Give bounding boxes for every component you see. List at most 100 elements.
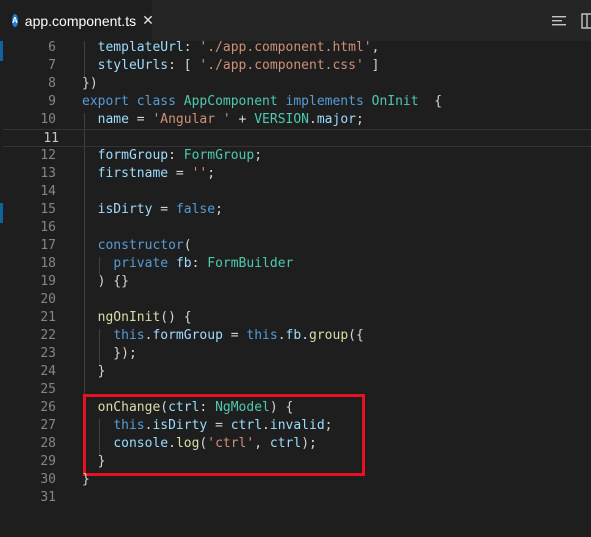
code-line[interactable]: 28 console.log('ctrl', ctrl); (0, 435, 591, 453)
code-token: ; (355, 112, 364, 127)
code-line[interactable]: 18 private fb: FormBuilder (0, 255, 591, 273)
code-text: ) {} (82, 273, 129, 291)
line-number: 21 (40, 310, 56, 325)
code-token: OnInit (371, 94, 419, 109)
code-line[interactable]: 17 constructor( (0, 237, 591, 255)
code-editor[interactable]: 6 templateUrl: './app.component.html', 7 … (0, 41, 591, 537)
code-token: ; (254, 148, 263, 163)
code-token: : (168, 148, 184, 163)
code-line[interactable]: 20 (0, 291, 591, 309)
code-token: }) (82, 76, 98, 91)
line-number: 11 (43, 131, 59, 146)
line-number: 7 (48, 58, 56, 73)
code-text: } (82, 453, 106, 471)
code-line[interactable]: 30} (0, 471, 591, 489)
line-number: 6 (48, 41, 56, 55)
code-line[interactable]: 21 ngOnInit() { (0, 309, 591, 327)
code-text: export class AppComponent implements OnI… (82, 93, 442, 111)
code-line[interactable]: 13 firstname = ''; (0, 165, 591, 183)
code-text: constructor( (82, 237, 192, 255)
code-token: ) { (269, 400, 294, 415)
line-number: 23 (40, 346, 56, 361)
code-line[interactable]: 7 styleUrls: [ './app.component.css' ] (0, 57, 591, 75)
code-token: + (230, 112, 255, 127)
code-token: constructor (97, 238, 184, 253)
code-token: log (175, 436, 200, 451)
code-token: ; (215, 202, 223, 217)
line-number: 31 (40, 490, 56, 505)
line-number: 16 (40, 220, 56, 235)
angular-icon: A (12, 14, 18, 27)
code-token: private (113, 256, 169, 271)
code-line[interactable]: 10 name = 'Angular ' + VERSION.major; (0, 111, 591, 129)
tab-app-component-ts[interactable]: A app.component.ts ✕ (0, 0, 154, 41)
code-token: implements (285, 94, 364, 109)
code-token: formGroup (152, 328, 223, 343)
code-token: name (97, 112, 129, 127)
code-token: } (82, 454, 106, 469)
code-token: . (277, 328, 286, 343)
code-line[interactable]: 15 isDirty = false; (0, 201, 591, 219)
code-token: styleUrls (97, 58, 169, 73)
code-token: ; (207, 166, 216, 181)
code-text: onChange(ctrl: NgModel) { (82, 399, 294, 417)
line-number: 20 (40, 292, 56, 307)
code-line[interactable]: 9 export class AppComponent implements On… (0, 93, 591, 111)
code-token: ctrl (269, 436, 302, 451)
code-line[interactable]: 27 this.isDirty = ctrl.invalid; (0, 417, 591, 435)
toggle-minimap-icon[interactable] (581, 12, 591, 29)
code-line[interactable]: 23 }); (0, 345, 591, 363)
code-token: . (168, 436, 176, 451)
code-text: name = 'Angular ' + VERSION.major; (82, 111, 364, 129)
split-editor-icon[interactable] (551, 14, 567, 28)
code-token: isDirty (97, 202, 153, 217)
code-line[interactable]: 22 this.formGroup = this.fb.group({ (0, 327, 591, 345)
code-token: VERSION (254, 112, 310, 127)
code-text: this.isDirty = ctrl.invalid; (82, 417, 332, 435)
code-line[interactable]: 31 (0, 489, 591, 507)
tab-bar: A app.component.ts ✕ (0, 0, 591, 41)
editor-actions (551, 0, 591, 41)
code-line[interactable]: 14 (0, 183, 591, 201)
line-number: 10 (40, 112, 56, 127)
line-number: 12 (40, 148, 56, 163)
code-token: = (207, 418, 231, 433)
code-line[interactable]: 8}) (0, 75, 591, 93)
code-line[interactable]: 6 templateUrl: './app.component.html', (0, 41, 591, 57)
close-icon[interactable]: ✕ (142, 12, 154, 29)
code-text: ngOnInit() { (82, 309, 192, 327)
code-line[interactable]: 25 (0, 381, 591, 399)
code-token: major (316, 112, 356, 127)
code-text: console.log('ctrl', ctrl); (82, 435, 317, 453)
code-token: ngOnInit (97, 310, 161, 325)
code-line[interactable]: 24 } (0, 363, 591, 381)
code-text: styleUrls: [ './app.component.css' ] (82, 57, 380, 75)
code-token: : (183, 41, 200, 55)
code-token: fb (285, 328, 302, 343)
code-token: invalid (269, 418, 325, 433)
code-token: fb (175, 256, 192, 271)
code-token: FormGroup (183, 148, 255, 163)
code-token: ({ (348, 328, 364, 343)
code-token: ( (183, 238, 192, 253)
code-line[interactable]: 26 onChange(ctrl: NgModel) { (0, 399, 591, 417)
code-token: }); (82, 346, 137, 361)
code-token: this (113, 328, 145, 343)
code-token: . (262, 418, 270, 433)
code-token: ] (363, 58, 380, 73)
code-line[interactable]: 12 formGroup: FormGroup; (0, 147, 591, 165)
code-line[interactable]: 16 (0, 219, 591, 237)
code-line[interactable]: 29 } (0, 453, 591, 471)
code-token: . (309, 112, 317, 127)
code-line[interactable]: 11 (3, 129, 591, 147)
code-token: = (152, 202, 176, 217)
code-line[interactable]: 19 ) {} (0, 273, 591, 291)
code-token: group (309, 328, 349, 343)
line-number: 26 (40, 400, 56, 415)
